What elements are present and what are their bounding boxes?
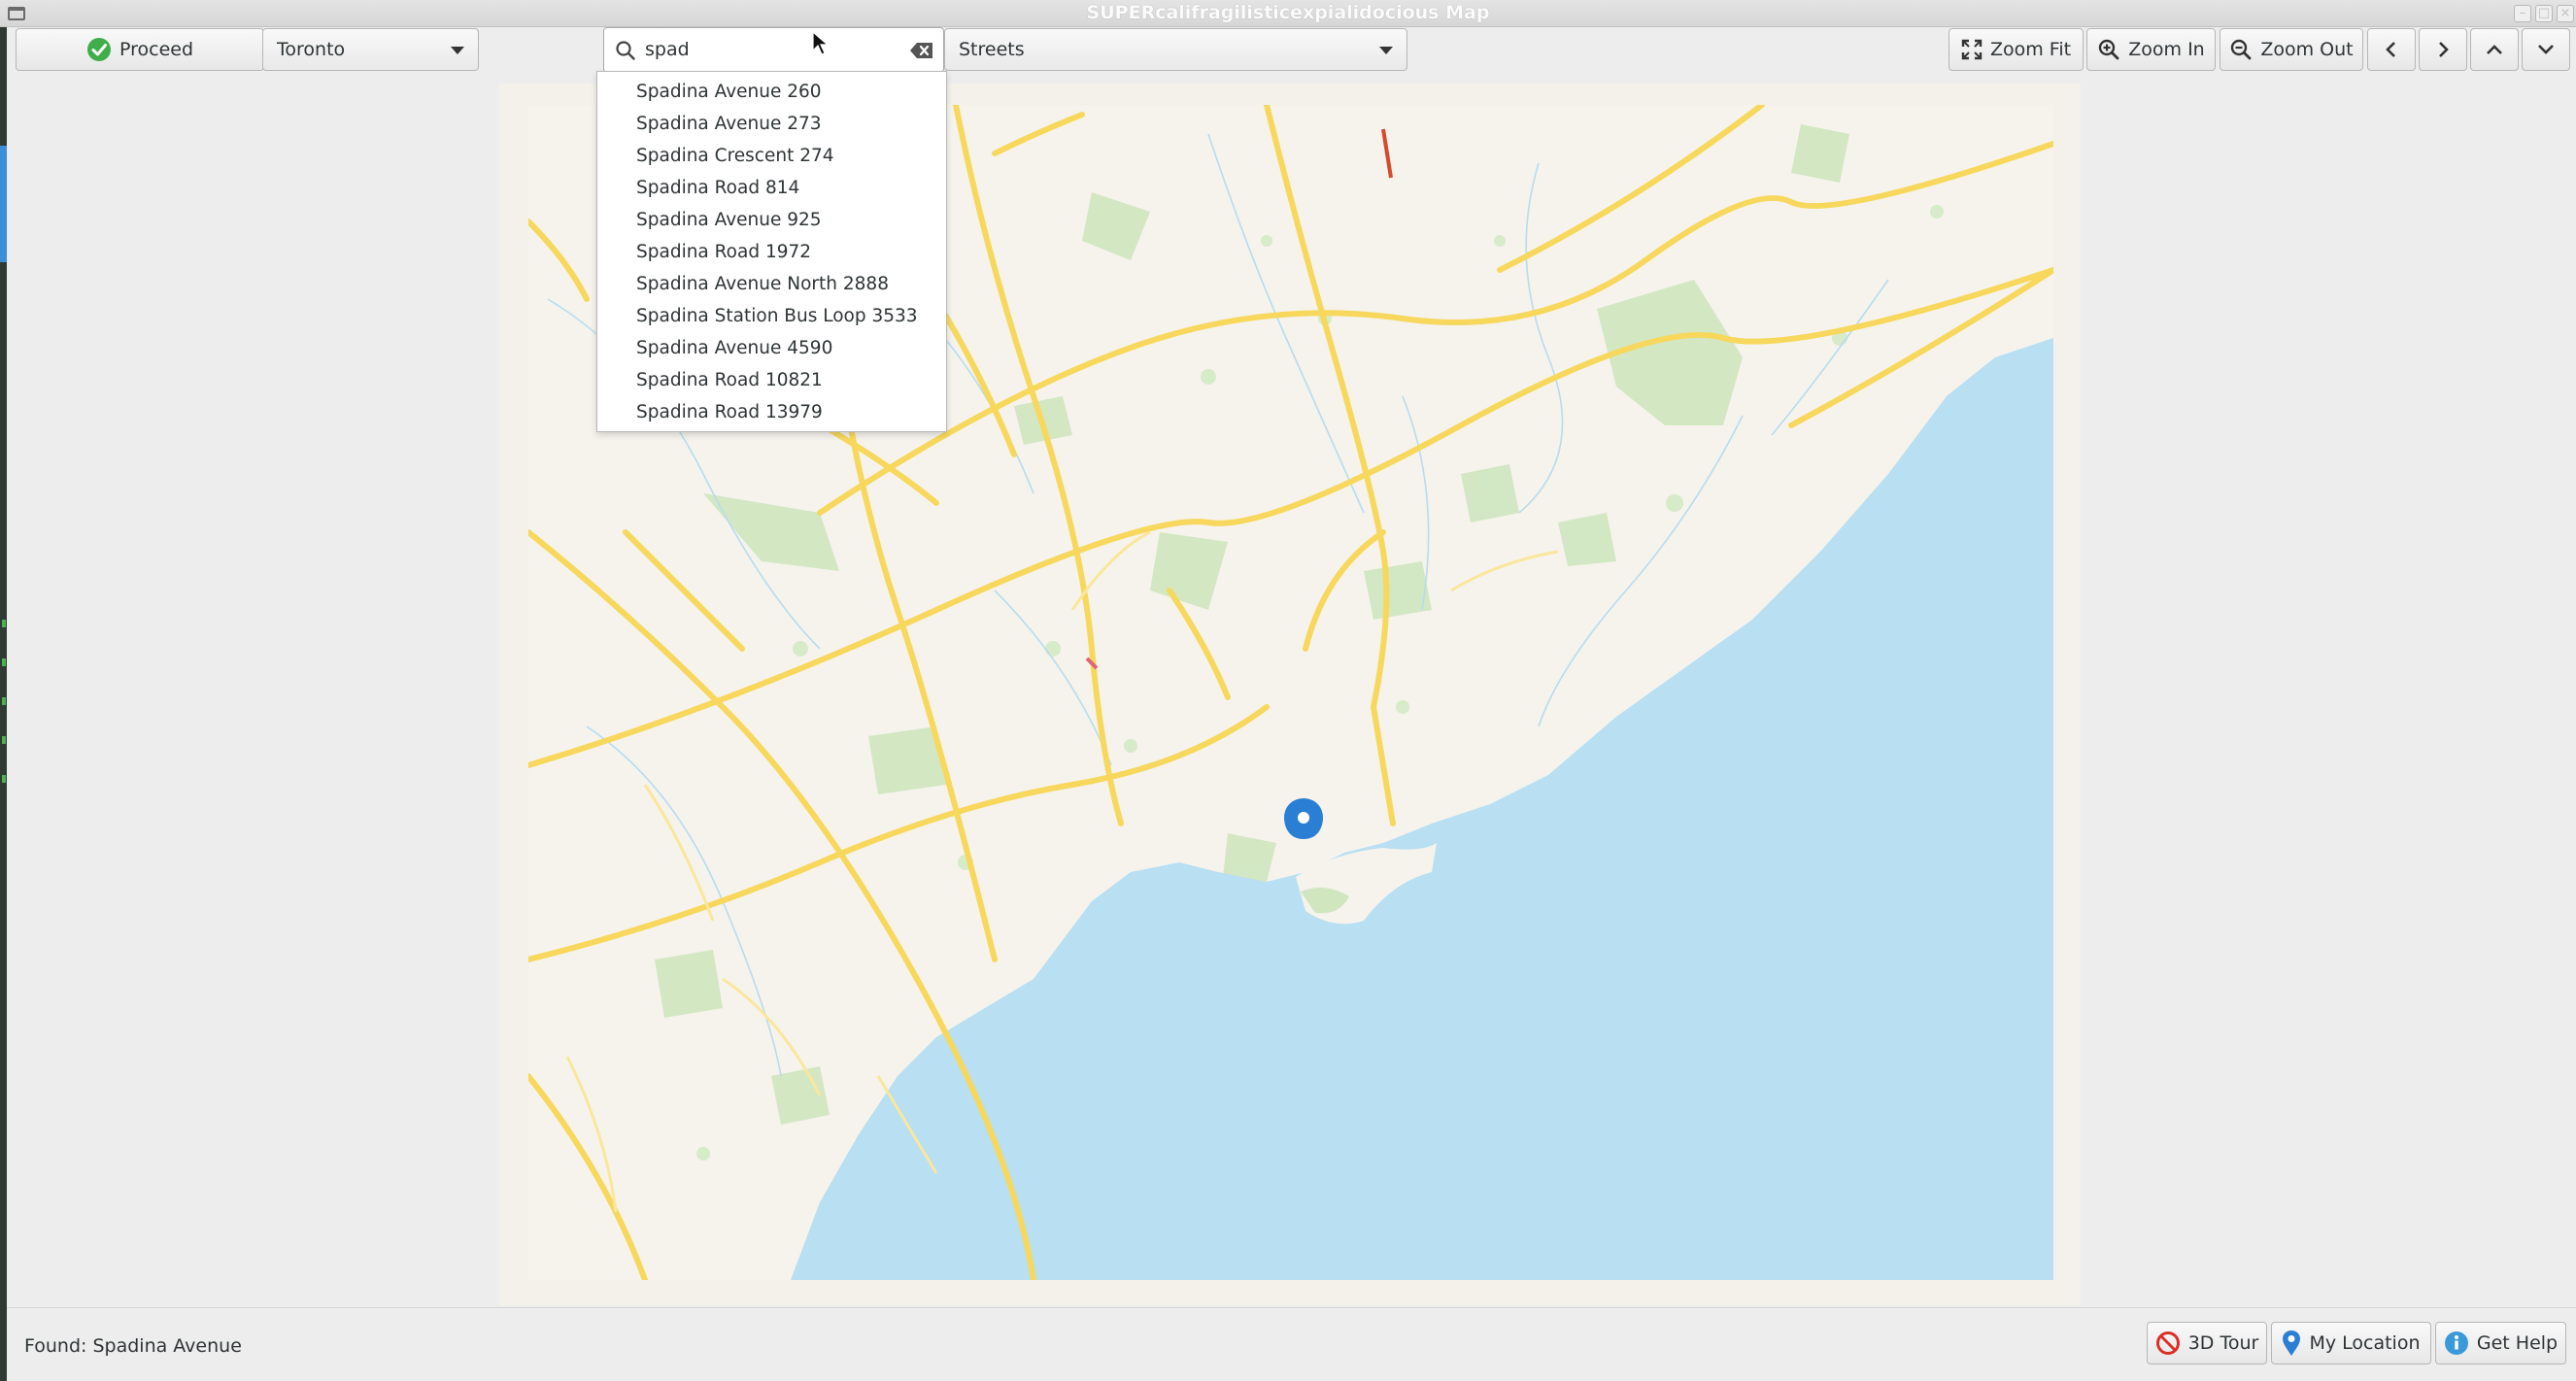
window-title: SUPERcalifragilisticexpialidocious Map	[1086, 2, 1490, 23]
dropdown-arrow-icon	[451, 47, 464, 54]
map-pin-icon	[2283, 1330, 2301, 1356]
background-window-edge	[0, 27, 7, 1381]
search-icon	[616, 41, 635, 60]
search-suggestions: Spadina Avenue 260 Spadina Avenue 273 Sp…	[596, 71, 947, 432]
clear-icon[interactable]	[909, 41, 934, 60]
zoom-in-label: Zoom In	[2128, 39, 2205, 60]
no-entry-icon	[2155, 1331, 2180, 1355]
chevron-up-icon	[2487, 45, 2502, 54]
chevron-down-icon	[2538, 45, 2554, 54]
my-location-button[interactable]: My Location	[2271, 1322, 2431, 1364]
suggestion-item[interactable]: Spadina Avenue North 2888	[597, 268, 946, 300]
layer-select[interactable]: Streets	[944, 28, 1407, 71]
suggestion-item[interactable]: Spadina Road 814	[597, 172, 946, 204]
search-input[interactable]	[643, 34, 896, 65]
3d-tour-button[interactable]: 3D Tour	[2147, 1322, 2267, 1364]
city-select[interactable]: Toronto	[262, 28, 479, 71]
suggestion-item[interactable]: Spadina Road 10821	[597, 364, 946, 396]
map-pin-icon[interactable]	[1284, 798, 1323, 839]
suggestion-item[interactable]: Spadina Road 1972	[597, 236, 946, 268]
suggestion-item[interactable]: Spadina Station Bus Loop 3533	[597, 300, 946, 332]
info-icon	[2444, 1331, 2468, 1355]
pan-up-button[interactable]	[2470, 28, 2519, 71]
status-message: Found: Spadina Avenue	[24, 1335, 242, 1357]
proceed-button[interactable]: Proceed	[16, 28, 264, 71]
my-location-label: My Location	[2309, 1332, 2421, 1354]
check-circle-icon	[86, 38, 111, 61]
chevron-left-icon	[2386, 42, 2395, 57]
chevron-right-icon	[2439, 42, 2449, 57]
pan-right-button[interactable]	[2419, 28, 2467, 71]
pan-down-button[interactable]	[2522, 28, 2570, 71]
suggestion-item[interactable]: Spadina Road 13979	[597, 396, 946, 428]
search-field[interactable]	[603, 27, 944, 73]
zoom-fit-label: Zoom Fit	[1989, 39, 2072, 60]
dropdown-arrow-icon	[1379, 47, 1393, 54]
toolbar: Proceed Toronto Streets Zoom Fit	[7, 27, 2576, 81]
mouse-cursor-icon	[812, 31, 830, 55]
layer-select-value: Streets	[959, 39, 1025, 60]
3d-tour-label: 3D Tour	[2187, 1332, 2259, 1354]
suggestion-item[interactable]: Spadina Avenue 273	[597, 108, 946, 140]
pan-left-button[interactable]	[2367, 28, 2416, 71]
maximize-button[interactable]: □	[2535, 5, 2553, 22]
zoom-out-label: Zoom Out	[2260, 39, 2354, 60]
suggestion-item[interactable]: Spadina Avenue 4590	[597, 332, 946, 364]
zoom-in-button[interactable]: Zoom In	[2086, 28, 2216, 71]
get-help-button[interactable]: Get Help	[2435, 1322, 2566, 1364]
fullscreen-icon	[1961, 39, 1983, 60]
get-help-label: Get Help	[2476, 1332, 2559, 1354]
zoom-out-icon	[2231, 39, 2252, 60]
zoom-in-icon	[2099, 39, 2119, 60]
suggestion-item[interactable]: Spadina Avenue 925	[597, 204, 946, 236]
zoom-fit-button[interactable]: Zoom Fit	[1949, 28, 2084, 71]
proceed-label: Proceed	[119, 39, 194, 60]
suggestion-item[interactable]: Spadina Crescent 274	[597, 140, 946, 172]
minimize-button[interactable]: –	[2514, 5, 2531, 22]
title-bar: SUPERcalifragilisticexpialidocious Map –…	[0, 0, 2576, 27]
city-select-value: Toronto	[277, 39, 346, 60]
zoom-out-button[interactable]: Zoom Out	[2220, 28, 2363, 71]
close-button[interactable]: ×	[2557, 5, 2574, 22]
status-bar: Found: Spadina Avenue 3D Tour My Locatio…	[7, 1307, 2576, 1381]
suggestion-item[interactable]: Spadina Avenue 260	[597, 76, 946, 108]
